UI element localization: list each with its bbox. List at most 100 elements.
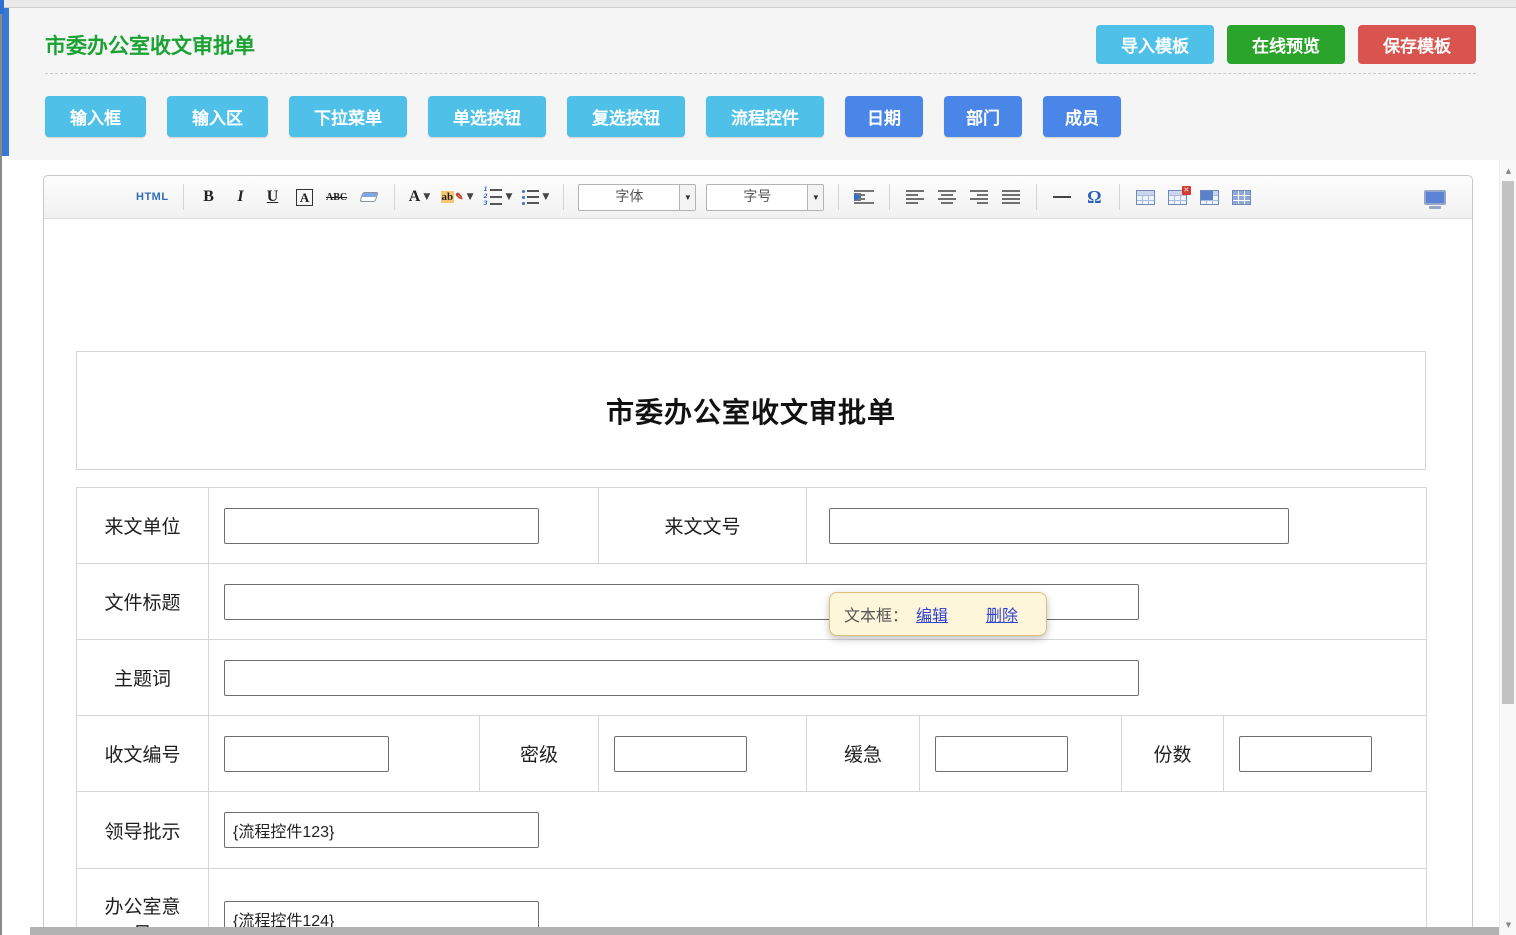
save-template-button[interactable]: 保存模板 — [1358, 25, 1476, 64]
align-justify-button[interactable] — [1000, 183, 1022, 211]
cell-doc-title — [209, 564, 1427, 640]
eraser-icon — [359, 192, 378, 202]
italic-button[interactable]: I — [230, 183, 252, 211]
cell-doc-number — [807, 488, 1427, 564]
indent-button[interactable] — [853, 183, 875, 211]
chevron-down-icon: ▼ — [423, 192, 430, 202]
html-source-button[interactable]: HTML — [136, 183, 169, 211]
subject-words-input[interactable] — [224, 660, 1139, 696]
source-unit-input[interactable] — [224, 508, 539, 544]
bullet-list-button[interactable]: ▼ — [522, 183, 549, 211]
component-date-button[interactable]: 日期 — [845, 96, 923, 137]
receipt-number-input[interactable] — [224, 736, 389, 772]
table-row: 领导批示 — [77, 792, 1427, 869]
label-doc-title: 文件标题 — [77, 564, 209, 640]
indent-icon — [854, 190, 874, 204]
component-department-button[interactable]: 部门 — [944, 96, 1022, 137]
edit-link[interactable]: 编辑 — [916, 602, 948, 626]
table-cell-props-button[interactable] — [1198, 183, 1220, 211]
chevron-down-icon: ▼ — [679, 185, 695, 210]
toolbar-separator — [838, 184, 839, 210]
chevron-down-icon: ▼ — [505, 192, 512, 202]
table-row: 收文编号 密级 缓急 份数 — [77, 716, 1427, 792]
table-grid-icon — [1232, 190, 1251, 205]
fullscreen-button[interactable] — [1424, 183, 1446, 211]
cell-security-level — [599, 716, 807, 792]
background-page-strip — [2, 8, 9, 156]
editor-area: HTML B I U A ABC A▼ ab✎▼ 1 2 3 ▼ — [8, 160, 1516, 935]
delete-link[interactable]: 删除 — [986, 602, 1018, 626]
align-left-button[interactable] — [904, 183, 926, 211]
label-receipt-number: 收文编号 — [77, 716, 209, 792]
align-left-icon — [906, 190, 924, 204]
cell-source-unit — [209, 488, 599, 564]
component-toolbar: 输入框 输入区 下拉菜单 单选按钮 复选按钮 流程控件 日期 部门 成员 — [45, 96, 1516, 137]
window-top-strip — [0, 0, 1516, 8]
component-input-box-button[interactable]: 输入框 — [45, 96, 146, 137]
font-color-button[interactable]: A▼ — [409, 183, 431, 211]
highlight-color-button[interactable]: ab✎▼ — [441, 183, 474, 211]
textbox-context-tooltip: 文本框： 编辑 删除 — [829, 592, 1047, 636]
horizontal-rule-button[interactable] — [1051, 183, 1073, 211]
cell-office-opinion — [209, 869, 1427, 935]
pencil-icon: ✎ — [455, 192, 463, 203]
tooltip-label: 文本框： — [844, 602, 908, 626]
underline-button[interactable]: U — [262, 183, 284, 211]
ordered-list-button[interactable]: 1 2 3 ▼ — [483, 183, 512, 211]
font-family-select[interactable]: 字体 ▼ — [578, 184, 696, 211]
scrollbar-thumb[interactable] — [1502, 181, 1514, 704]
cell-copies — [1224, 716, 1427, 792]
leader-instructions-input[interactable] — [224, 812, 539, 848]
cell-subject-words — [209, 640, 1427, 716]
header-actions: 导入模板 在线预览 保存模板 — [1096, 25, 1476, 64]
component-textarea-button[interactable]: 输入区 — [167, 96, 268, 137]
toolbar-separator — [563, 184, 564, 210]
font-style-button[interactable]: A — [294, 183, 316, 211]
editor-content: 市委办公室收文审批单 来文单位 来文文号 — [44, 219, 1472, 935]
component-dropdown-button[interactable]: 下拉菜单 — [289, 96, 407, 137]
font-size-select[interactable]: 字号 ▼ — [706, 184, 824, 211]
scroll-up-arrow[interactable]: ▲ — [1500, 162, 1516, 179]
chevron-down-icon: ▼ — [542, 192, 549, 202]
window-corner-accent — [0, 0, 4, 14]
label-security-level: 密级 — [480, 716, 599, 792]
align-right-button[interactable] — [968, 183, 990, 211]
page-title: 市委办公室收文审批单 — [45, 30, 255, 60]
component-flow-control-button[interactable]: 流程控件 — [706, 96, 824, 137]
table-row: 主题词 — [77, 640, 1427, 716]
header-title-row: 市委办公室收文审批单 导入模板 在线预览 保存模板 — [8, 8, 1516, 64]
insert-table-button[interactable] — [1134, 183, 1156, 211]
label-doc-number: 来文文号 — [599, 488, 807, 564]
table-icon — [1136, 190, 1155, 205]
label-copies: 份数 — [1122, 716, 1224, 792]
vertical-scrollbar[interactable]: ▲ ▼ — [1499, 160, 1516, 935]
security-level-input[interactable] — [614, 736, 747, 772]
delete-table-button[interactable] — [1166, 183, 1188, 211]
horizontal-scrollbar-thumb[interactable] — [30, 927, 1499, 935]
editor-toolbar: HTML B I U A ABC A▼ ab✎▼ 1 2 3 ▼ — [44, 176, 1472, 219]
monitor-icon — [1424, 190, 1446, 205]
urgency-input[interactable] — [935, 736, 1068, 772]
doc-number-input[interactable] — [829, 508, 1289, 544]
template-designer-window: 市委办公室收文审批单 导入模板 在线预览 保存模板 输入框 输入区 下拉菜单 单… — [8, 8, 1516, 935]
chevron-down-icon: ▼ — [467, 192, 474, 202]
bold-button[interactable]: B — [198, 183, 220, 211]
chevron-down-icon: ▼ — [807, 185, 823, 210]
scroll-down-arrow[interactable]: ▼ — [1500, 916, 1516, 933]
import-template-button[interactable]: 导入模板 — [1096, 25, 1214, 64]
component-checkbox-button[interactable]: 复选按钮 — [567, 96, 685, 137]
table-cell-select-icon — [1200, 190, 1219, 205]
strikethrough-button[interactable]: ABC — [326, 183, 348, 211]
copies-input[interactable] — [1239, 736, 1372, 772]
online-preview-button[interactable]: 在线预览 — [1227, 25, 1345, 64]
special-char-button[interactable]: Ω — [1083, 183, 1105, 211]
toolbar-separator — [1036, 184, 1037, 210]
component-member-button[interactable]: 成员 — [1043, 96, 1121, 137]
toolbar-separator — [183, 184, 184, 210]
align-center-icon — [938, 190, 956, 204]
component-radio-button[interactable]: 单选按钮 — [428, 96, 546, 137]
label-leader-instructions: 领导批示 — [77, 792, 209, 869]
align-center-button[interactable] — [936, 183, 958, 211]
table-grid-button[interactable] — [1230, 183, 1252, 211]
remove-format-button[interactable] — [358, 183, 380, 211]
